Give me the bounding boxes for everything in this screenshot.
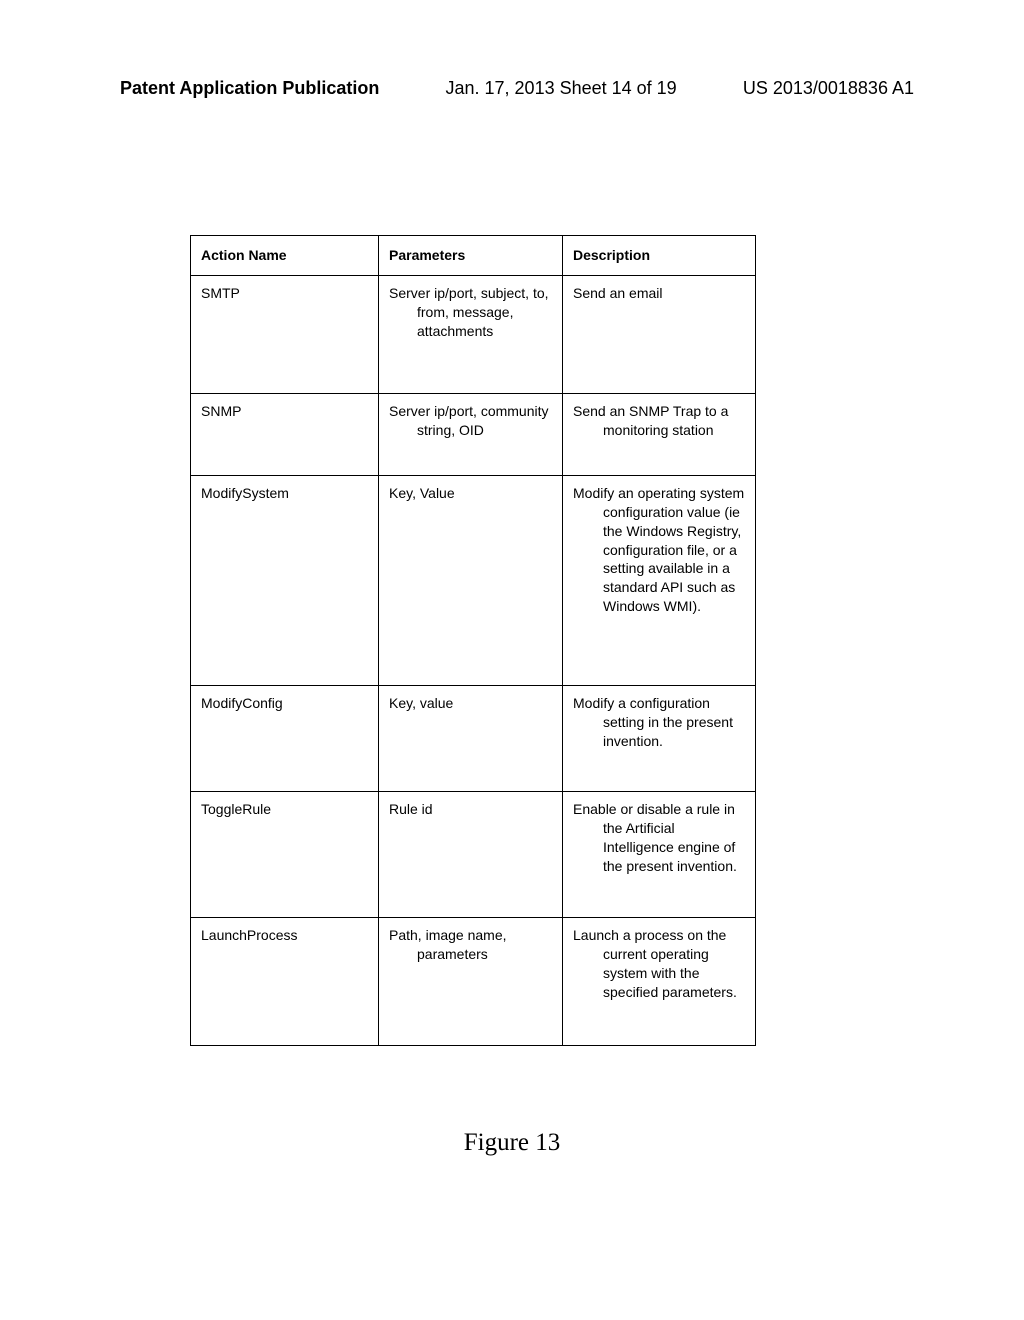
table-row: SMTP Server ip/port, subject, to, from, …: [191, 275, 756, 393]
cell-desc: Send an SNMP Trap to a monitoring statio…: [563, 393, 756, 475]
col-action-name: Action Name: [191, 236, 379, 276]
table-row: ToggleRule Rule id Enable or disable a r…: [191, 791, 756, 917]
cell-action: ToggleRule: [191, 791, 379, 917]
actions-table-container: Action Name Parameters Description SMTP …: [190, 235, 755, 1046]
col-description: Description: [563, 236, 756, 276]
cell-action: SNMP: [191, 393, 379, 475]
cell-desc: Send an email: [563, 275, 756, 393]
table-row: ModifyConfig Key, value Modify a configu…: [191, 685, 756, 791]
cell-desc: Modify a configuration setting in the pr…: [563, 685, 756, 791]
cell-params: Server ip/port, subject, to, from, messa…: [379, 275, 563, 393]
cell-action: SMTP: [191, 275, 379, 393]
header-center: Jan. 17, 2013 Sheet 14 of 19: [446, 78, 677, 99]
cell-action: LaunchProcess: [191, 917, 379, 1045]
table-row: SNMP Server ip/port, community string, O…: [191, 393, 756, 475]
cell-action: ModifyConfig: [191, 685, 379, 791]
cell-desc: Launch a process on the current operatin…: [563, 917, 756, 1045]
cell-params: Key, Value: [379, 475, 563, 685]
cell-params: Server ip/port, community string, OID: [379, 393, 563, 475]
cell-params: Path, image name, parameters: [379, 917, 563, 1045]
table-row: ModifySystem Key, Value Modify an operat…: [191, 475, 756, 685]
header-left: Patent Application Publication: [120, 78, 379, 99]
col-parameters: Parameters: [379, 236, 563, 276]
cell-params: Key, value: [379, 685, 563, 791]
cell-desc: Enable or disable a rule in the Artifici…: [563, 791, 756, 917]
table-header-row: Action Name Parameters Description: [191, 236, 756, 276]
cell-desc: Modify an operating system configuration…: [563, 475, 756, 685]
page-header: Patent Application Publication Jan. 17, …: [0, 78, 1024, 99]
cell-params: Rule id: [379, 791, 563, 917]
cell-action: ModifySystem: [191, 475, 379, 685]
actions-table: Action Name Parameters Description SMTP …: [190, 235, 756, 1046]
figure-caption: Figure 13: [0, 1129, 1024, 1157]
header-right: US 2013/0018836 A1: [743, 78, 914, 99]
table-row: LaunchProcess Path, image name, paramete…: [191, 917, 756, 1045]
